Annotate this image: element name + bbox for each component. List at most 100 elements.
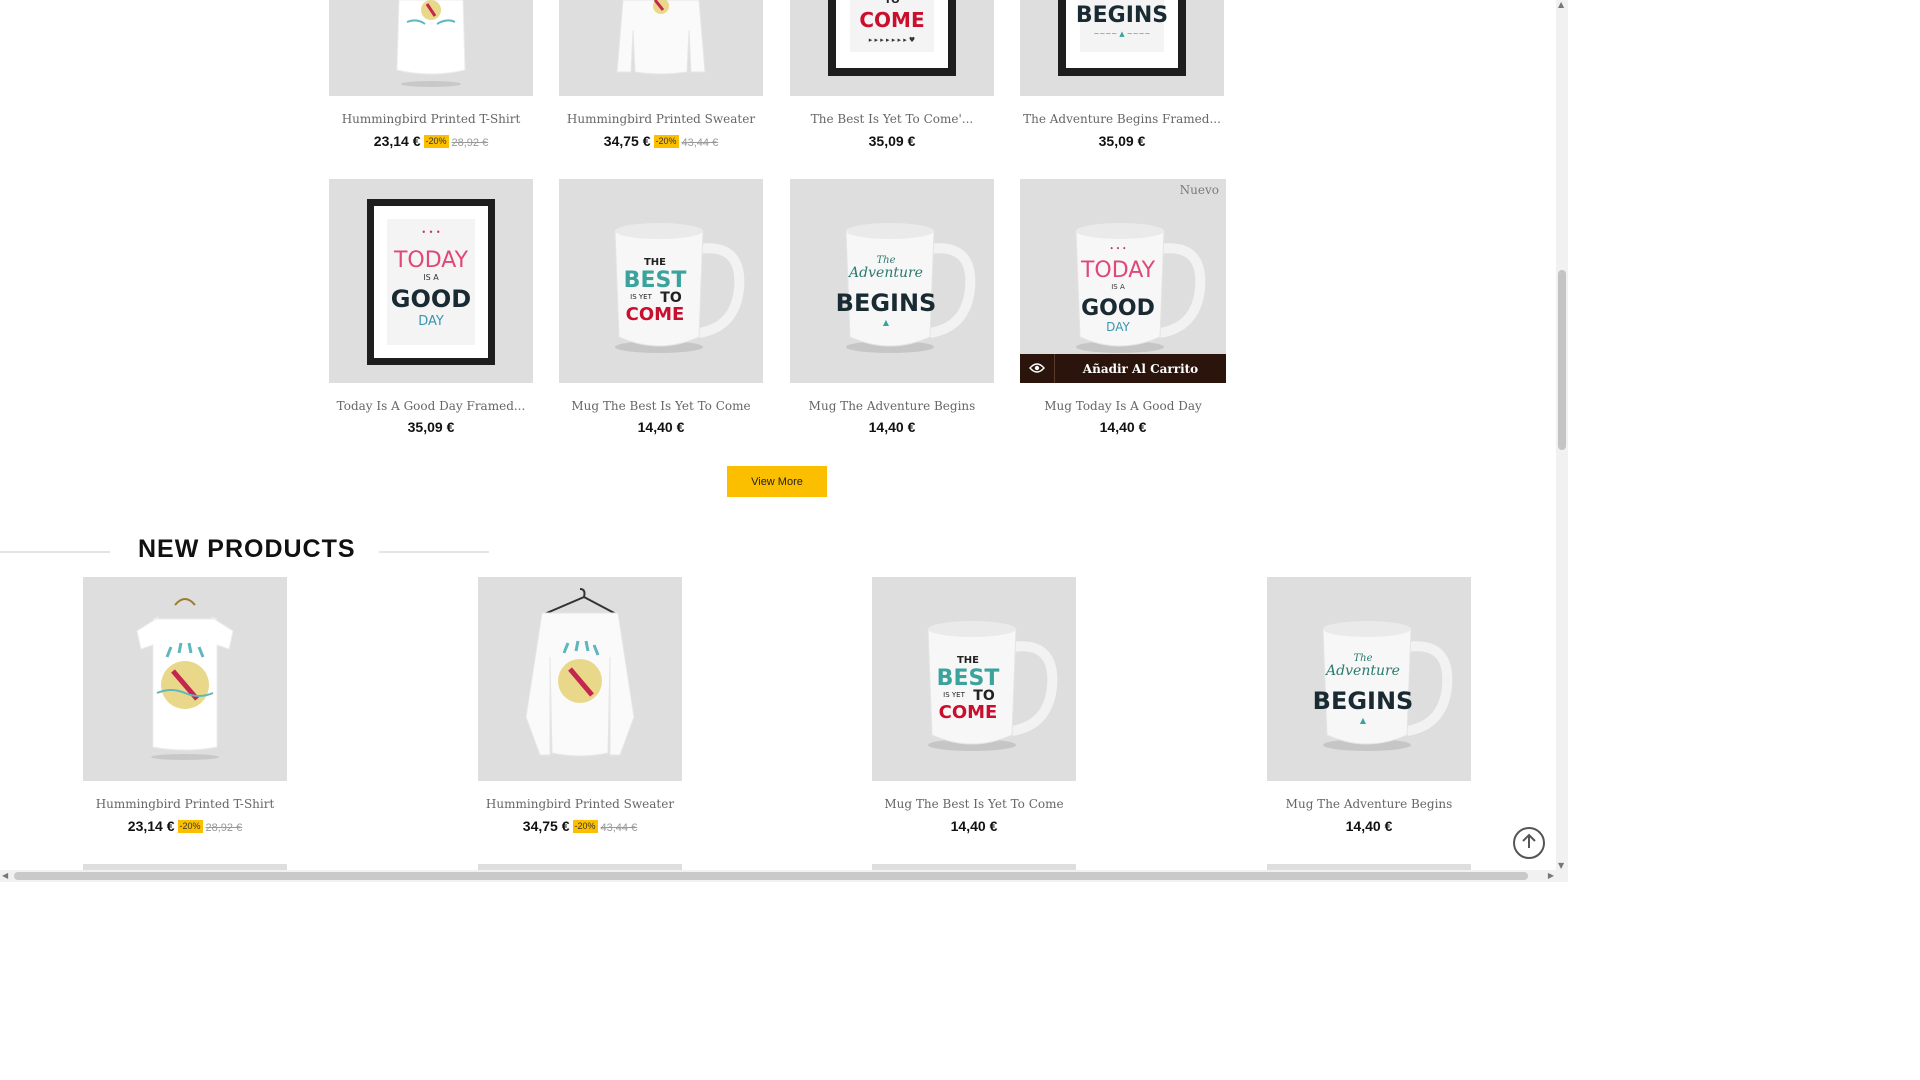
scroll-left-icon[interactable]: ◀ — [2, 871, 8, 880]
horizontal-scrollbar[interactable]: ◀ ▶ — [0, 870, 1556, 882]
mug-image: THE BEST IS YET TO COME — [614, 223, 745, 353]
mug-text: COME — [939, 702, 998, 723]
mug-image: • • • TODAY IS A GOOD DAY — [1075, 223, 1206, 353]
product-price: 34,75 € — [603, 133, 651, 149]
product-image[interactable]: The Adventure BEGINS ▲ — [1267, 577, 1471, 781]
product-price: 23,14 € — [127, 818, 175, 834]
mug-text: THE — [644, 257, 666, 268]
product-price: 14,40 € — [1099, 419, 1147, 435]
mug-text: DAY — [1106, 320, 1130, 334]
mug-text: COME — [626, 304, 685, 325]
product-name[interactable]: Mug Today Is A Good Day — [1020, 399, 1226, 413]
product-image[interactable]: TO COME ▸ ▸ ▸ ▸ ▸ ▸ ▸ ♥ — [790, 0, 994, 96]
mug-text: BEGINS — [836, 289, 937, 317]
divider — [379, 551, 489, 553]
price-row: 35,09 € — [790, 133, 994, 151]
price-row: 14,40 € — [1267, 818, 1471, 836]
product-name[interactable]: Mug The Adventure Begins — [1267, 797, 1471, 811]
poster-text: TODAY — [393, 248, 469, 273]
svg-text:• • •: • • • — [1110, 245, 1127, 253]
product-price: 14,40 € — [1345, 818, 1393, 834]
mug-image: THE BEST IS YET TO COME — [927, 621, 1058, 751]
price-row: 14,40 € — [790, 419, 994, 437]
product-name[interactable]: Hummingbird Printed T-Shirt — [83, 797, 287, 811]
sweater-image — [616, 0, 706, 75]
price-row: 14,40 € — [872, 818, 1076, 836]
product-image[interactable]: THE BEST IS YET TO COME — [872, 577, 1076, 781]
product-name[interactable]: Mug The Adventure Begins — [790, 399, 994, 413]
svg-text:~~~~ ▲ ~~~~: ~~~~ ▲ ~~~~ — [1094, 30, 1151, 38]
scroll-down-icon[interactable]: ▼ — [1558, 861, 1564, 870]
product-name[interactable]: Mug The Best Is Yet To Come — [872, 797, 1076, 811]
product-name[interactable]: Hummingbird Printed Sweater — [559, 112, 763, 126]
arrow-up-icon — [1522, 833, 1536, 853]
scroll-right-icon[interactable]: ▶ — [1548, 871, 1554, 880]
add-to-cart-button[interactable]: Añadir Al Carrito — [1055, 362, 1226, 376]
scrollbar-thumb[interactable] — [1558, 270, 1566, 450]
price-row: 23,14 € -20% 28,92 € — [329, 133, 533, 151]
vertical-scrollbar[interactable]: ▲ ▼ — [1556, 0, 1568, 882]
price-row: 14,40 € — [559, 419, 763, 437]
price-row: 35,09 € — [1020, 133, 1224, 151]
section-title: NEW PRODUCTS — [138, 535, 356, 563]
divider — [0, 551, 110, 553]
product-name[interactable]: Today Is A Good Day Framed... — [329, 399, 533, 413]
mug-text: IS YET — [630, 293, 652, 301]
quick-view-button[interactable] — [1020, 354, 1055, 383]
product-image[interactable] — [329, 0, 533, 96]
tshirt-image — [136, 598, 234, 760]
back-to-top-button[interactable] — [1513, 827, 1545, 859]
product-image[interactable] — [83, 577, 287, 781]
discount-badge: -20% — [572, 820, 598, 834]
sweater-image — [525, 588, 635, 757]
mug-text: IS A — [1111, 283, 1125, 291]
mug-image: The Adventure BEGINS ▲ — [1313, 621, 1453, 751]
new-badge: Nuevo — [1179, 183, 1219, 197]
product-name[interactable]: Hummingbird Printed T-Shirt — [329, 112, 533, 126]
poster-text: TO — [884, 0, 899, 6]
scrollbar-thumb[interactable] — [14, 872, 1528, 880]
product-image[interactable]: • • • TODAY IS A GOOD DAY Nuevo Añadir A… — [1020, 179, 1226, 383]
old-price: 28,92 € — [451, 137, 489, 149]
poster-text: COME — [859, 8, 924, 32]
product-image[interactable]: THE BEST IS YET TO COME — [559, 179, 763, 383]
product-image[interactable] — [559, 0, 763, 96]
product-price: 14,40 € — [868, 419, 916, 435]
product-name[interactable]: Hummingbird Printed Sweater — [478, 797, 682, 811]
discount-badge: -20% — [423, 135, 449, 149]
old-price: 43,44 € — [600, 822, 638, 834]
product-price: 23,14 € — [373, 133, 421, 149]
product-price: 14,40 € — [950, 818, 998, 834]
product-price: 35,09 € — [407, 419, 455, 435]
add-to-cart-bar: Añadir Al Carrito — [1020, 354, 1226, 383]
poster-text: GOOD — [391, 285, 471, 313]
product-price: 14,40 € — [637, 419, 685, 435]
product-image[interactable]: BEGINS ~~~~ ▲ ~~~~ — [1020, 0, 1224, 96]
product-name[interactable]: Mug The Best Is Yet To Come — [559, 399, 763, 413]
product-price: 34,75 € — [522, 818, 570, 834]
svg-text:▸ ▸ ▸ ▸ ▸ ▸ ▸ ♥: ▸ ▸ ▸ ▸ ▸ ▸ ▸ ♥ — [869, 36, 915, 44]
poster-text: BEGINS — [1076, 3, 1168, 28]
product-name[interactable]: The Best Is Yet To Come'... — [790, 112, 994, 126]
view-more-button[interactable]: View More — [727, 466, 827, 497]
price-row: 35,09 € — [329, 419, 533, 437]
svg-text:• • •: • • • — [421, 228, 440, 237]
mug-text: THE — [957, 655, 979, 666]
scroll-up-icon[interactable]: ▲ — [1558, 0, 1564, 9]
price-row: 34,75 € -20% 43,44 € — [478, 818, 682, 836]
price-row: 14,40 € — [1020, 419, 1226, 437]
mug-text: TODAY — [1080, 258, 1156, 283]
product-name[interactable]: The Adventure Begins Framed... — [1020, 112, 1224, 126]
poster-frame-image: TO COME ▸ ▸ ▸ ▸ ▸ ▸ ▸ ♥ — [828, 0, 956, 76]
price-row: 34,75 € -20% 43,44 € — [559, 133, 763, 151]
poster-text: DAY — [418, 314, 444, 329]
product-price: 35,09 € — [868, 133, 916, 149]
mug-text: GOOD — [1081, 296, 1155, 321]
product-image[interactable]: • • • TODAY IS A GOOD DAY — [329, 179, 533, 383]
product-image[interactable]: The Adventure BEGINS ▲ — [790, 179, 994, 383]
eye-icon — [1029, 359, 1045, 378]
product-image[interactable] — [478, 577, 682, 781]
poster-frame-image: BEGINS ~~~~ ▲ ~~~~ — [1058, 0, 1186, 76]
svg-text:▲: ▲ — [1360, 716, 1367, 725]
old-price: 43,44 € — [681, 137, 719, 149]
